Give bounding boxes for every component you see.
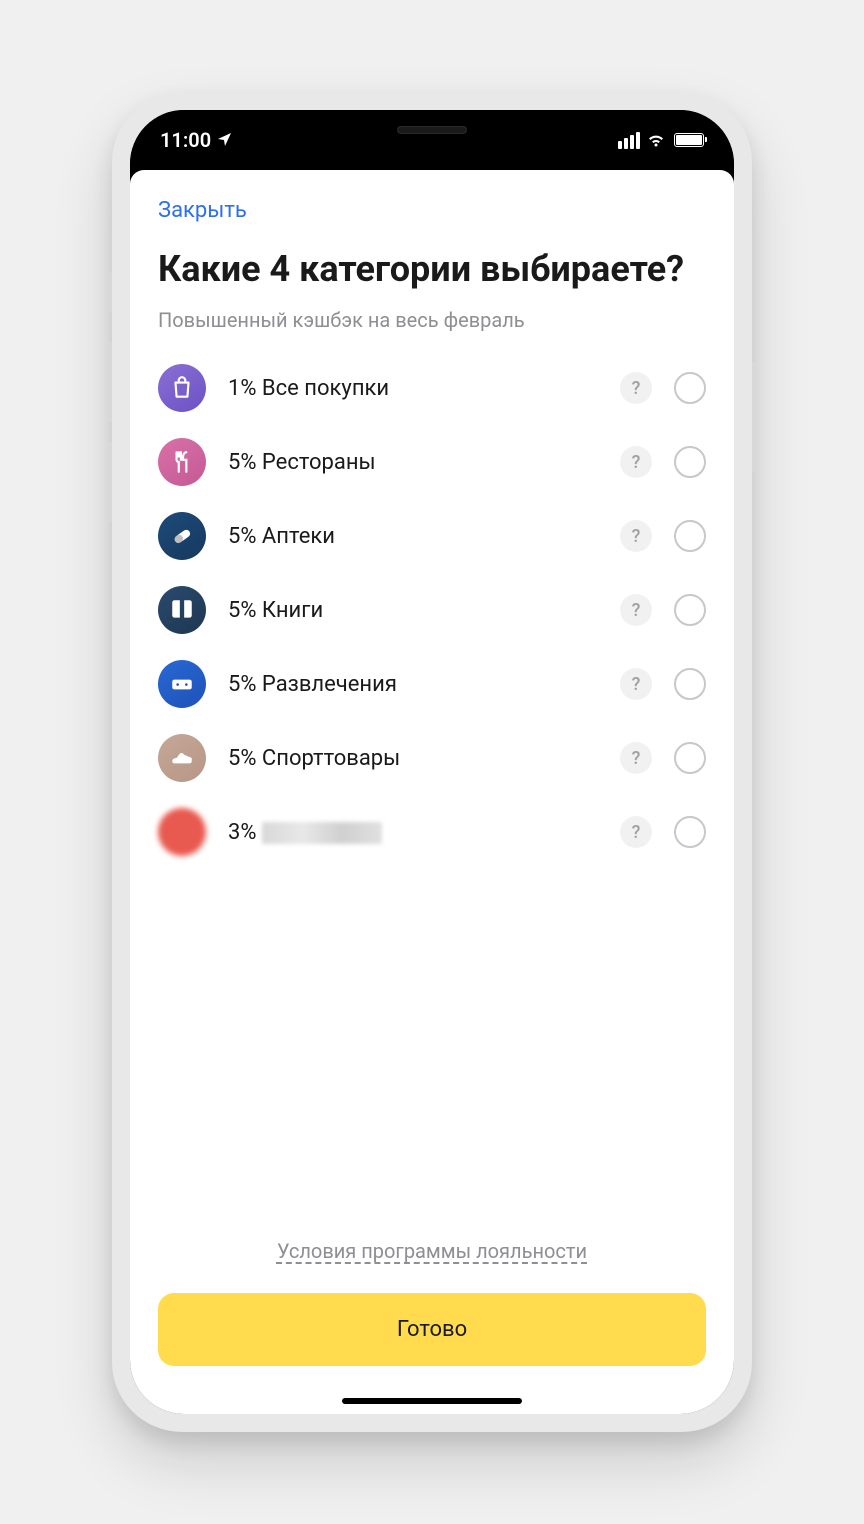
category-checkbox[interactable] xyxy=(674,816,706,848)
help-icon[interactable]: ? xyxy=(620,816,652,848)
category-row[interactable]: 5% Развлечения? xyxy=(158,660,706,708)
category-checkbox[interactable] xyxy=(674,446,706,478)
category-checkbox[interactable] xyxy=(674,594,706,626)
category-row[interactable]: 3% ? xyxy=(158,808,706,856)
restaurant-icon xyxy=(158,438,206,486)
help-icon[interactable]: ? xyxy=(620,446,652,478)
blurred-icon xyxy=(158,808,206,856)
category-label: 5% Аптеки xyxy=(228,524,598,549)
phone-screen: 11:00 Закрыть Какие 4 категории выбирает xyxy=(130,110,734,1414)
battery-icon xyxy=(674,133,704,147)
done-button[interactable]: Готово xyxy=(158,1293,706,1366)
phone-frame: 11:00 Закрыть Какие 4 категории выбирает xyxy=(112,92,752,1432)
category-checkbox[interactable] xyxy=(674,520,706,552)
volume-up-button xyxy=(108,342,112,422)
category-label: 5% Рестораны xyxy=(228,450,598,475)
status-right xyxy=(618,132,704,149)
help-icon[interactable]: ? xyxy=(620,742,652,774)
category-row[interactable]: 5% Спорттовары? xyxy=(158,734,706,782)
screen-content: Закрыть Какие 4 категории выбираете? Пов… xyxy=(130,170,734,1414)
notch xyxy=(302,110,562,150)
category-list: 1% Все покупки?5% Рестораны?5% Аптеки?5%… xyxy=(158,364,706,1199)
category-checkbox[interactable] xyxy=(674,372,706,404)
book-icon xyxy=(158,586,206,634)
category-row[interactable]: 5% Книги? xyxy=(158,586,706,634)
cellular-icon xyxy=(618,132,640,149)
category-checkbox[interactable] xyxy=(674,668,706,700)
shopping-bag-icon xyxy=(158,364,206,412)
category-row[interactable]: 5% Рестораны? xyxy=(158,438,706,486)
sneaker-icon xyxy=(158,734,206,782)
category-label: 1% Все покупки xyxy=(228,376,598,401)
help-icon[interactable]: ? xyxy=(620,668,652,700)
help-icon[interactable]: ? xyxy=(620,372,652,404)
speaker-grille xyxy=(397,126,467,134)
category-row[interactable]: 5% Аптеки? xyxy=(158,512,706,560)
category-label: 5% Спорттовары xyxy=(228,746,598,771)
category-percent: 3% xyxy=(228,820,256,845)
power-button xyxy=(752,362,756,472)
category-label: 5% Книги xyxy=(228,598,598,623)
home-indicator[interactable] xyxy=(342,1398,522,1404)
help-icon[interactable]: ? xyxy=(620,520,652,552)
category-checkbox[interactable] xyxy=(674,742,706,774)
help-icon[interactable]: ? xyxy=(620,594,652,626)
blurred-category-name xyxy=(262,822,382,844)
mute-switch xyxy=(108,272,112,312)
status-left: 11:00 xyxy=(160,128,233,152)
location-icon xyxy=(217,132,233,148)
category-label: 3% xyxy=(228,820,598,845)
volume-down-button xyxy=(108,442,112,522)
category-row[interactable]: 1% Все покупки? xyxy=(158,364,706,412)
terms-link[interactable]: Условия программы лояльности xyxy=(158,1239,706,1263)
close-button[interactable]: Закрыть xyxy=(158,190,706,247)
gamepad-icon xyxy=(158,660,206,708)
category-label: 5% Развлечения xyxy=(228,672,598,697)
pill-icon xyxy=(158,512,206,560)
status-time: 11:00 xyxy=(160,128,211,152)
page-subtitle: Повышенный кэшбэк на весь февраль xyxy=(158,308,706,332)
page-title: Какие 4 категории выбираете? xyxy=(158,247,706,292)
wifi-icon xyxy=(646,133,666,148)
